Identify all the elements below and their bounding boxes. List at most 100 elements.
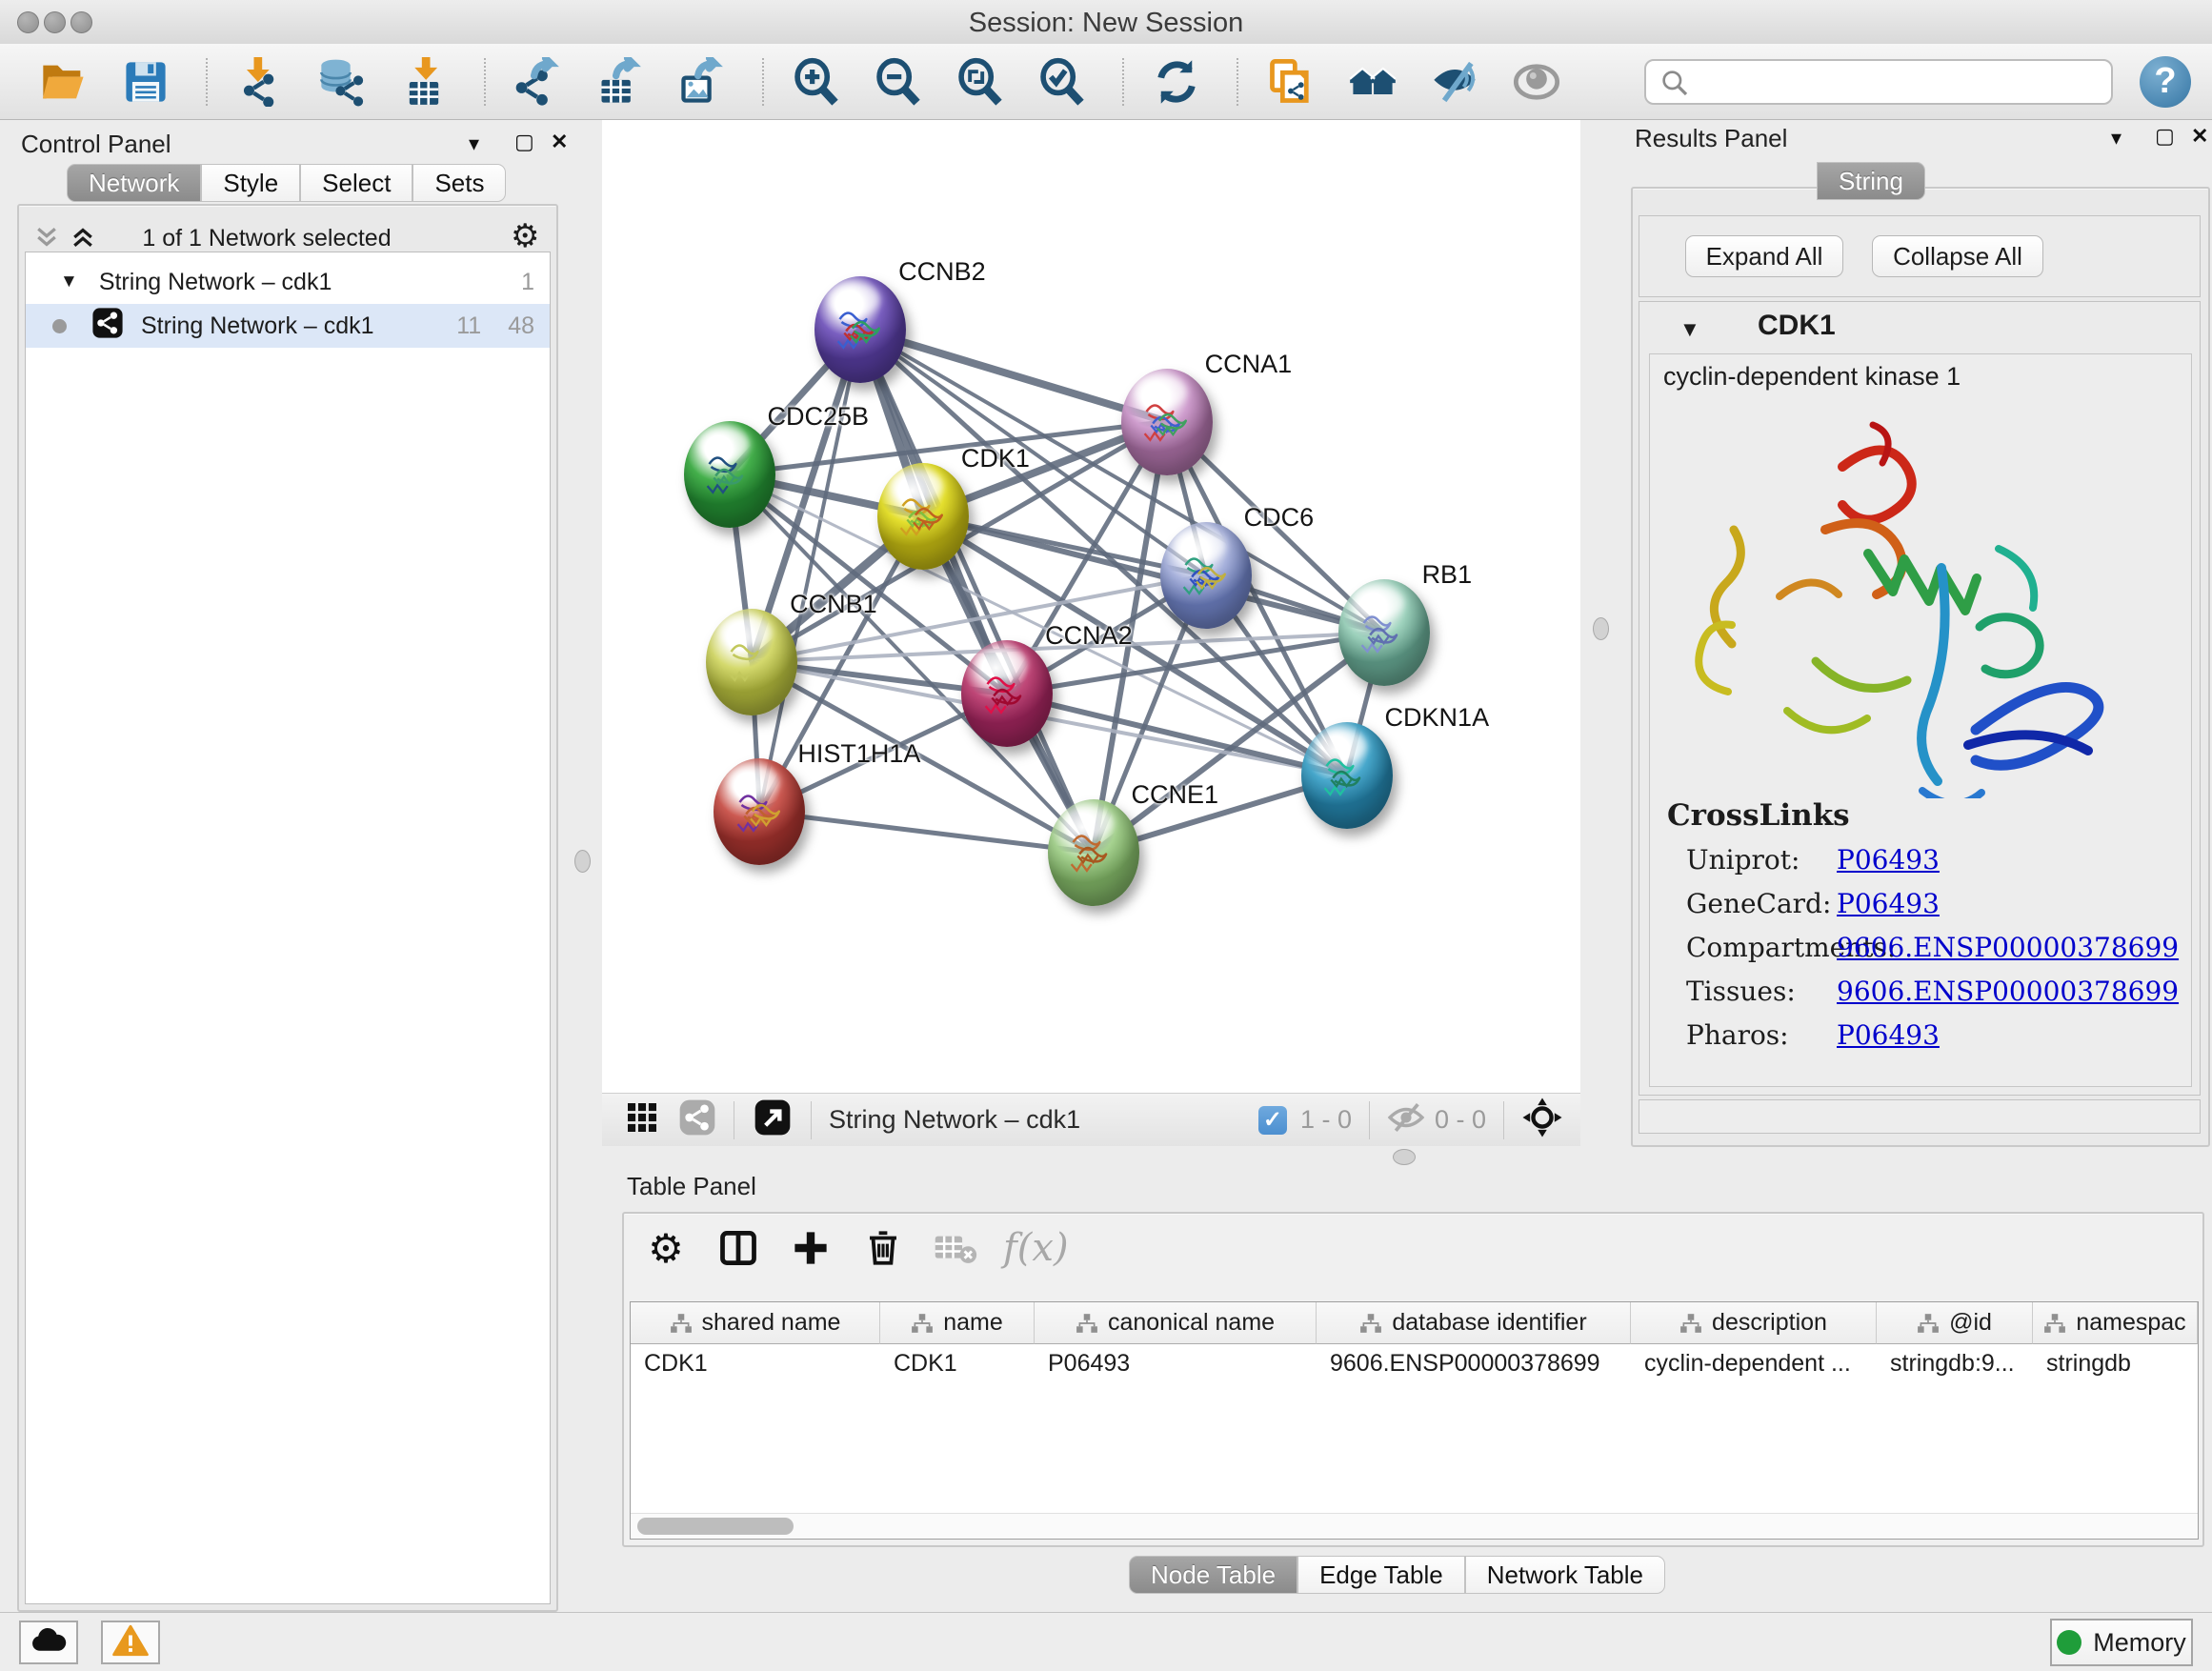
help-button[interactable]: ? (2140, 56, 2191, 108)
string-protein-query-button[interactable] (1345, 54, 1400, 110)
crosslink-value-link[interactable]: 9606.ENSP00000378699 (1837, 976, 2179, 1007)
import-network-from-database-button[interactable] (314, 54, 370, 110)
network-share-view-icon[interactable] (678, 1098, 716, 1141)
control-panel-menu-caret-icon[interactable]: ▾ (469, 131, 479, 156)
table-hscrollbar-thumb[interactable] (637, 1518, 794, 1535)
gene-description: cyclin-dependent kinase 1 (1663, 362, 1961, 392)
table-toolbar: ⚙ f(x) (641, 1223, 1092, 1273)
zoom-in-button[interactable] (789, 54, 844, 110)
crosslink-value-link[interactable]: P06493 (1837, 888, 1940, 919)
network-node-CDKN1A[interactable] (1301, 722, 1393, 829)
show-columns-icon[interactable] (714, 1223, 763, 1273)
tab-network[interactable]: Network (67, 164, 201, 202)
zoom-selected-button[interactable] (1035, 54, 1090, 110)
fit-selected-crosshair-icon[interactable] (1521, 1097, 1563, 1143)
column-header-description[interactable]: description (1631, 1302, 1877, 1344)
network-row-selected[interactable]: String Network – cdk1 11 48 (26, 304, 550, 348)
network-node-CDK1[interactable] (877, 463, 969, 570)
network-node-CCNA2[interactable] (961, 640, 1053, 747)
collection-expand-caret-icon[interactable]: ▼ (60, 272, 78, 292)
save-session-button[interactable] (118, 54, 173, 110)
table-options-gear-icon[interactable]: ⚙ (641, 1223, 691, 1273)
cloud-status-button[interactable] (19, 1621, 78, 1664)
memory-button[interactable]: Memory (2050, 1619, 2193, 1666)
delete-column-trash-icon[interactable] (858, 1223, 908, 1273)
birds-eye-view-toggle-icon[interactable] (752, 1097, 794, 1143)
table-cell: CDK1 (631, 1344, 880, 1382)
clone-network-button[interactable] (1263, 54, 1318, 110)
network-node-CCNA1[interactable] (1121, 369, 1213, 475)
import-network-from-file-button[interactable] (232, 54, 288, 110)
tab-network-table[interactable]: Network Table (1465, 1556, 1665, 1594)
results-panel-title: Results Panel (1635, 124, 1787, 153)
show-all-button[interactable] (1509, 54, 1564, 110)
results-panel-close-icon[interactable]: ✕ (2191, 124, 2208, 149)
network-node-CCNB2[interactable] (814, 276, 906, 383)
add-column-icon[interactable] (786, 1223, 835, 1273)
open-session-button[interactable] (36, 54, 91, 110)
bottom-splitter-handle[interactable] (1393, 1149, 1416, 1165)
network-view-title: String Network – cdk1 (829, 1105, 1080, 1135)
table-row[interactable]: CDK1CDK1P064939606.ENSP00000378699cyclin… (631, 1344, 2198, 1382)
selected-nodes-checkbox[interactable]: ✓ (1258, 1106, 1287, 1135)
network-node-CDC25B[interactable] (684, 421, 775, 528)
column-header-namespac[interactable]: namespac (2033, 1302, 2198, 1344)
export-network-button[interactable] (511, 54, 566, 110)
table-hscrollbar-track[interactable] (631, 1513, 2198, 1539)
column-header-database-identifier[interactable]: database identifier (1317, 1302, 1631, 1344)
control-panel-float-icon[interactable]: ▢ (514, 130, 534, 154)
column-header-name[interactable]: name (880, 1302, 1035, 1344)
network-node-RB1[interactable] (1338, 579, 1430, 686)
crosslink-value-link[interactable]: P06493 (1837, 844, 1940, 876)
right-splitter-handle[interactable] (1593, 617, 1609, 640)
network-canvas[interactable]: CCNB2CCNA1CDC25BCDK1CDC6RB1CCNB1CCNA2CDK… (602, 120, 1580, 1093)
network-node-CCNB1[interactable] (706, 609, 797, 715)
tab-node-table[interactable]: Node Table (1129, 1556, 1297, 1594)
gene-section-caret-icon[interactable]: ▼ (1679, 317, 1700, 342)
tab-edge-table[interactable]: Edge Table (1297, 1556, 1465, 1594)
network-list-options-gear-icon[interactable]: ⚙ (511, 217, 539, 255)
zoom-fit-content-button[interactable] (953, 54, 1008, 110)
export-image-button[interactable] (674, 54, 730, 110)
column-header-canonical-name[interactable]: canonical name (1035, 1302, 1317, 1344)
results-collapsed-strip (1639, 1099, 2201, 1134)
node-label-RB1: RB1 (1422, 560, 1473, 590)
table-cell: stringdb (2033, 1344, 2198, 1382)
zoom-out-button[interactable] (871, 54, 926, 110)
hide-selected-button[interactable] (1427, 54, 1482, 110)
tab-select[interactable]: Select (300, 164, 412, 202)
results-panel-menu-caret-icon[interactable]: ▾ (2111, 126, 2122, 151)
network-node-CDC6[interactable] (1160, 522, 1252, 629)
column-header-shared-name[interactable]: shared name (631, 1302, 880, 1344)
control-panel: Control Panel ▾ ▢ ✕ NetworkStyleSelectSe… (11, 126, 564, 1608)
control-panel-close-icon[interactable]: ✕ (551, 130, 568, 154)
import-table-from-file-button[interactable] (396, 54, 452, 110)
tab-string-results[interactable]: String (1817, 162, 1925, 200)
tab-sets[interactable]: Sets (412, 164, 506, 202)
collapse-all-button[interactable]: Collapse All (1872, 235, 2043, 277)
left-splitter-handle[interactable] (574, 850, 591, 873)
results-panel-float-icon[interactable]: ▢ (2155, 124, 2175, 149)
column-header-@id[interactable]: @id (1877, 1302, 2033, 1344)
search-input[interactable] (1644, 59, 2113, 105)
crosslink-value-link[interactable]: 9606.ENSP00000378699 (1837, 932, 2179, 963)
toolbar-separator (1122, 58, 1124, 106)
string-network-icon (91, 307, 124, 346)
refresh-network-view-button[interactable] (1149, 54, 1204, 110)
table-header-row: shared namenamecanonical namedatabase id… (631, 1302, 2198, 1344)
window-title: Session: New Session (0, 8, 2212, 39)
network-node-CCNE1[interactable] (1048, 799, 1139, 906)
crosslink-value-link[interactable]: P06493 (1837, 1019, 1940, 1051)
collection-count: 1 (521, 269, 534, 296)
warning-status-button[interactable] (101, 1621, 160, 1664)
expand-all-button[interactable]: Expand All (1685, 235, 1843, 277)
tab-style[interactable]: Style (201, 164, 300, 202)
toolbar-separator (1237, 58, 1238, 106)
toolbar-separator (484, 58, 486, 106)
hidden-elements-eye-icon (1387, 1101, 1425, 1138)
network-node-HIST1H1A[interactable] (714, 758, 805, 865)
export-table-button[interactable] (593, 54, 648, 110)
network-collection-row[interactable]: ▼ String Network – cdk1 1 (26, 260, 550, 304)
table-cell: P06493 (1035, 1344, 1317, 1382)
grid-view-icon[interactable] (625, 1100, 659, 1139)
